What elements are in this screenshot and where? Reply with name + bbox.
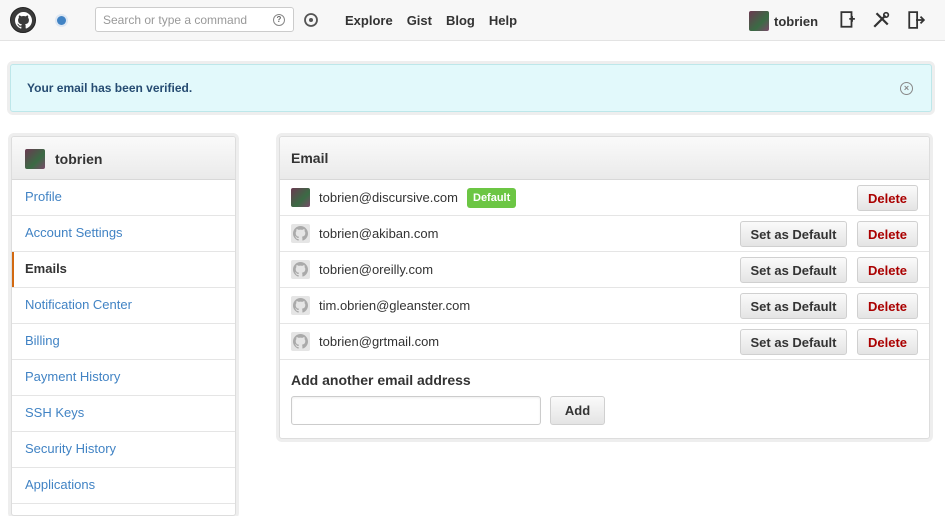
email-address: tobrien@grtmail.com <box>319 334 440 349</box>
set-as-default-button[interactable]: Set as Default <box>740 329 847 355</box>
sidebar-item-applications[interactable]: Applications <box>12 468 235 504</box>
add-email-button[interactable]: Add <box>550 396 605 425</box>
delete-button[interactable]: Delete <box>857 221 918 247</box>
flash-notice: Your email has been verified. × <box>10 64 932 112</box>
help-icon[interactable]: ? <box>273 14 285 26</box>
set-as-default-button[interactable]: Set as Default <box>740 257 847 283</box>
github-logo-icon[interactable] <box>10 7 36 33</box>
email-address: tim.obrien@gleanster.com <box>319 298 471 313</box>
delete-button[interactable]: Delete <box>857 185 918 211</box>
header-username[interactable]: tobrien <box>774 14 818 29</box>
email-row: tim.obrien@gleanster.com Set as Default … <box>280 288 929 324</box>
sidebar-header: tobrien <box>12 137 235 180</box>
avatar <box>749 11 769 31</box>
email-row: tobrien@akiban.com Set as Default Delete <box>280 216 929 252</box>
close-icon[interactable]: × <box>900 82 913 95</box>
nav-explore[interactable]: Explore <box>345 13 393 28</box>
delete-button[interactable]: Delete <box>857 293 918 319</box>
user-menu[interactable]: tobrien <box>749 11 818 31</box>
sidebar-item-ssh-keys[interactable]: SSH Keys <box>12 396 235 432</box>
octocat-icon <box>291 296 310 315</box>
nav-gist[interactable]: Gist <box>407 13 432 28</box>
main-nav: Explore Gist Blog Help <box>345 13 531 28</box>
command-settings-icon[interactable] <box>303 12 319 28</box>
delete-button[interactable]: Delete <box>857 257 918 283</box>
add-email-form: Add another email address Add <box>280 360 929 438</box>
email-panel-title: Email <box>280 137 929 180</box>
add-email-label: Add another email address <box>291 372 471 388</box>
sidebar-item-emails[interactable]: Emails <box>12 252 235 288</box>
delete-button[interactable]: Delete <box>857 329 918 355</box>
sidebar-username: tobrien <box>55 151 103 167</box>
avatar <box>291 188 310 207</box>
sign-out-icon[interactable] <box>907 11 925 29</box>
sidebar-item-billing[interactable]: Billing <box>12 324 235 360</box>
sidebar-item-payment-history[interactable]: Payment History <box>12 360 235 396</box>
add-email-input[interactable] <box>291 396 541 425</box>
email-row: tobrien@grtmail.com Set as Default Delet… <box>280 324 929 360</box>
octocat-icon <box>291 260 310 279</box>
top-header: ? Explore Gist Blog Help tobrien <box>0 0 945 41</box>
set-as-default-button[interactable]: Set as Default <box>740 221 847 247</box>
sidebar-item-notification-center[interactable]: Notification Center <box>12 288 235 324</box>
email-row: tobrien@oreilly.com Set as Default Delet… <box>280 252 929 288</box>
sidebar-item-profile[interactable]: Profile <box>12 180 235 216</box>
sidebar-item-account-settings[interactable]: Account Settings <box>12 216 235 252</box>
nav-help[interactable]: Help <box>489 13 517 28</box>
octocat-icon <box>291 332 310 351</box>
email-address: tobrien@oreilly.com <box>319 262 434 277</box>
email-row: tobrien@discursive.com Default Delete <box>280 180 929 216</box>
email-address: tobrien@discursive.com <box>319 190 458 205</box>
email-address: tobrien@akiban.com <box>319 226 439 241</box>
email-panel: Email tobrien@discursive.com Default Del… <box>279 136 930 439</box>
sidebar-item-security-history[interactable]: Security History <box>12 432 235 468</box>
avatar <box>25 149 45 169</box>
account-settings-icon[interactable] <box>872 11 890 29</box>
octocat-icon <box>291 224 310 243</box>
notification-indicator-icon[interactable] <box>57 16 66 25</box>
set-as-default-button[interactable]: Set as Default <box>740 293 847 319</box>
settings-sidebar: tobrien Profile Account Settings Emails … <box>11 136 236 516</box>
flash-message: Your email has been verified. <box>27 81 193 95</box>
nav-blog[interactable]: Blog <box>446 13 475 28</box>
search-input[interactable] <box>103 11 263 28</box>
search-box: ? <box>95 7 294 32</box>
new-repo-icon[interactable] <box>838 11 856 29</box>
default-badge: Default <box>467 188 517 208</box>
